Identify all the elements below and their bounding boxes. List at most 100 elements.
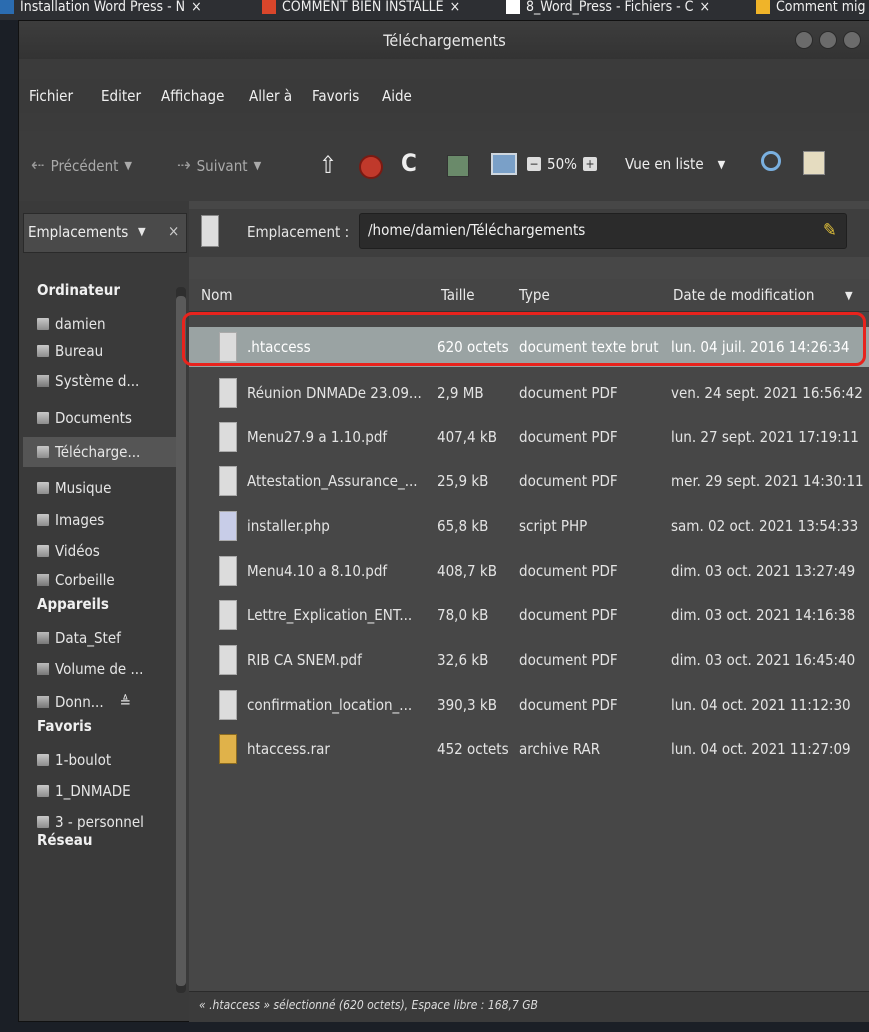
downloads-folder-icon [37, 446, 49, 458]
file-size: 2,9 MB [437, 384, 484, 402]
file-type: archive RAR [519, 740, 601, 758]
sidebar-item-label: damien [55, 315, 106, 333]
menu-favoris[interactable]: Favoris [312, 87, 359, 105]
sidebar: Emplacements ▼ × Ordinateur damien Burea… [19, 201, 189, 1021]
eject-icon[interactable]: ≜ [120, 693, 131, 711]
browser-tab-3[interactable]: 8_Word_Press - Fichiers - C × [506, 0, 710, 20]
menu-editer[interactable]: Editer [101, 87, 141, 105]
forward-label: Suivant [196, 156, 248, 175]
close-icon[interactable]: × [699, 0, 710, 14]
wordpress-favicon-icon [0, 0, 14, 14]
back-button[interactable]: ⇠ Précédent ▼ [31, 155, 132, 176]
sidebar-item-corbeille[interactable]: Corbeille [37, 567, 177, 593]
menu-fichier[interactable]: Fichier [29, 87, 73, 105]
menu-affichage[interactable]: Affichage [161, 87, 224, 105]
sidebar-item-volume[interactable]: Volume de ... [37, 656, 177, 682]
pdf-icon [219, 422, 237, 452]
file-size: 407,4 kB [437, 428, 497, 446]
sidebar-item-systeme[interactable]: Système d... [37, 368, 177, 394]
home-icon[interactable] [447, 155, 469, 177]
sidebar-header[interactable]: Emplacements ▼ × [23, 213, 187, 253]
close-window-button[interactable] [843, 31, 861, 49]
sidebar-item-donnees[interactable]: Donn... ≜ [37, 689, 177, 715]
file-row[interactable]: RIB CA SNEM.pdf 32,6 kB document PDF dim. 0… [189, 640, 869, 680]
archive-icon [219, 734, 237, 764]
file-size: 25,9 kB [437, 472, 489, 490]
drive-icon [37, 632, 49, 644]
browser-tab-1[interactable]: Installation Word Press - N × [0, 0, 202, 20]
sidebar-item-1-boulot[interactable]: 1-boulot [37, 747, 177, 773]
title-bar[interactable]: Téléchargements [19, 21, 869, 59]
file-row[interactable]: installer.php 65,8 kB script PHP sam. 02 oc… [189, 506, 869, 546]
sidebar-item-damien[interactable]: damien [37, 311, 177, 337]
file-row[interactable]: Attestation_Assurance_... 25,9 kB document… [189, 461, 869, 501]
forward-button[interactable]: ⇢ Suivant ▼ [177, 155, 261, 176]
sidebar-item-videos[interactable]: Vidéos [37, 538, 177, 564]
file-name: Menu27.9 a 1.10.pdf [247, 428, 388, 446]
file-row[interactable]: Lettre_Explication_ENT... 78,0 kB document… [189, 595, 869, 635]
php-icon [219, 511, 237, 541]
sidebar-item-images[interactable]: Images [37, 507, 177, 533]
sidebar-item-label: Images [55, 511, 105, 529]
clear-brush-icon[interactable]: ✎ [823, 220, 837, 241]
menu-bar: Fichier Editer Affichage Aller à Favoris… [19, 79, 869, 113]
file-row[interactable]: Réunion DNMADe 23.09... 2,9 MB document PD… [189, 373, 869, 413]
file-size: 390,3 kB [437, 696, 497, 714]
file-type: document PDF [519, 384, 618, 402]
window-title: Téléchargements [383, 31, 506, 50]
computer-icon[interactable] [491, 153, 517, 175]
close-sidebar-icon[interactable]: × [168, 222, 179, 240]
file-date: lun. 27 sept. 2021 17:19:11 [671, 428, 859, 446]
sidebar-item-1-dnmade[interactable]: 1_DNMADE [37, 778, 177, 804]
file-row[interactable]: Menu27.9 a 1.10.pdf 407,4 kB document PDF l… [189, 417, 869, 457]
edit-location-icon[interactable] [201, 215, 219, 247]
sidebar-item-label: Système d... [55, 372, 140, 390]
zoom-out-icon[interactable]: − [527, 157, 541, 171]
close-icon[interactable]: × [450, 0, 461, 14]
sidebar-item-telechargements[interactable]: Télécharge... [23, 437, 179, 467]
file-row[interactable]: confirmation_location_... 390,3 kB documen… [189, 685, 869, 725]
browser-tab-2[interactable]: COMMENT BIEN INSTALLE × [262, 0, 460, 20]
sidebar-item-label: Donn... [55, 693, 104, 711]
selection-highlight-outline [182, 312, 866, 366]
reload-icon[interactable]: C [401, 149, 417, 177]
column-nom[interactable]: Nom [201, 286, 233, 304]
file-name: confirmation_location_... [247, 696, 413, 714]
arrow-left-icon: ⇠ [31, 155, 45, 176]
section-appareils: Appareils [37, 595, 109, 613]
sidebar-scrollbar-thumb[interactable] [176, 296, 186, 986]
menu-aller-a[interactable]: Aller à [249, 87, 292, 105]
zoom-in-icon[interactable]: + [583, 157, 597, 171]
column-date[interactable]: Date de modification [673, 286, 814, 304]
section-ordinateur: Ordinateur [37, 281, 120, 299]
sidebar-item-label: Volume de ... [55, 660, 144, 678]
pdf-icon [219, 600, 237, 630]
file-name: installer.php [247, 517, 330, 535]
file-date: dim. 03 oct. 2021 13:27:49 [671, 562, 856, 580]
column-type[interactable]: Type [519, 286, 550, 304]
up-arrow-icon[interactable]: ⇧ [319, 151, 337, 179]
column-taille[interactable]: Taille [441, 286, 475, 304]
file-type: document PDF [519, 606, 618, 624]
sidebar-item-label: Data_Stef [55, 629, 121, 647]
menu-aide[interactable]: Aide [382, 87, 412, 105]
view-mode-select[interactable]: Vue en liste ▼ [625, 155, 725, 173]
file-row[interactable]: Menu4.10 a 8.10.pdf 408,7 kB document PDF d… [189, 551, 869, 591]
location-path-field[interactable]: /home/damien/Téléchargements ✎ [359, 213, 847, 249]
stop-icon[interactable] [359, 155, 383, 179]
sidebar-item-documents[interactable]: Documents [37, 405, 177, 431]
sidebar-item-data-stef[interactable]: Data_Stef [37, 625, 177, 651]
pdf-icon [219, 378, 237, 408]
file-row[interactable]: htaccess.rar 452 octets archive RAR lun. 04… [189, 729, 869, 769]
sidebar-item-bureau[interactable]: Bureau [37, 338, 177, 364]
sidebar-item-musique[interactable]: Musique [37, 475, 177, 501]
minimize-button[interactable] [795, 31, 813, 49]
browser-tab-4[interactable]: Comment mig [756, 0, 865, 20]
maximize-button[interactable] [819, 31, 837, 49]
folder-icon [37, 816, 49, 828]
search-icon[interactable] [761, 151, 781, 171]
file-name: RIB CA SNEM.pdf [247, 651, 362, 669]
new-folder-icon[interactable] [803, 151, 825, 175]
sort-desc-icon[interactable]: ▼ [845, 289, 853, 302]
close-icon[interactable]: × [191, 0, 202, 14]
